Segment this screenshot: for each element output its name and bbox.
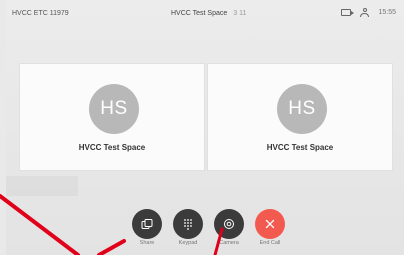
call-controls: Share Keypad Camera End Call (6, 0, 404, 255)
keypad-icon (184, 219, 192, 230)
end-call-button[interactable] (255, 209, 285, 239)
share-icon (141, 219, 153, 229)
call-screen: HVCC ETC 11979 HVCC Test Space 3 11 15:55… (6, 0, 404, 255)
share-button[interactable] (132, 209, 162, 239)
camera-icon (224, 219, 234, 229)
keypad-label: Keypad (178, 240, 198, 246)
camera-label: Camera (219, 240, 239, 246)
camera-button[interactable] (214, 209, 244, 239)
end-call-label: End Call (259, 240, 281, 246)
close-icon (265, 219, 275, 229)
keypad-button[interactable] (173, 209, 203, 239)
share-label: Share (139, 240, 155, 246)
